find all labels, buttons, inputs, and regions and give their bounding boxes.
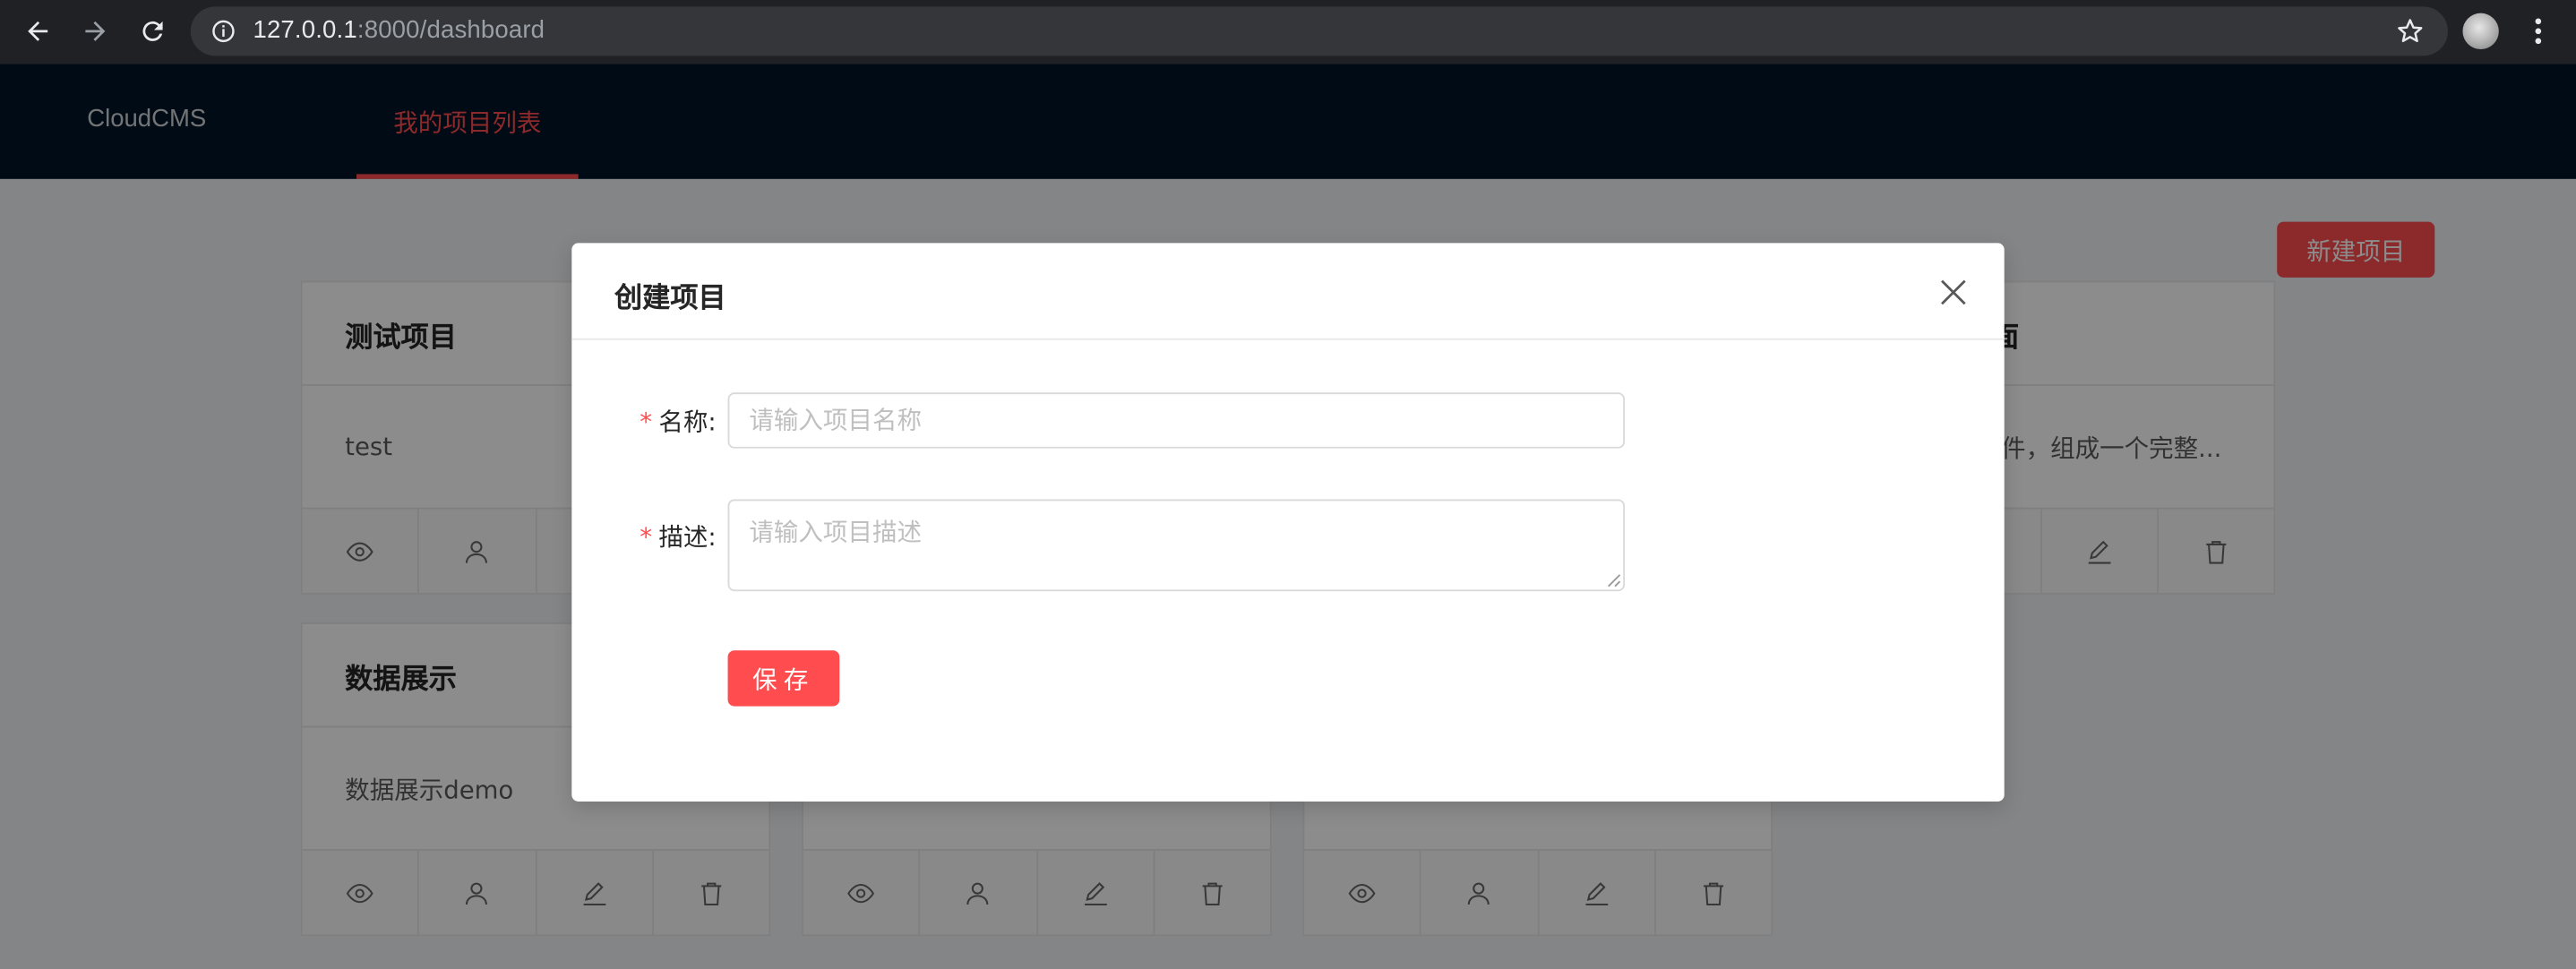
url-text[interactable]: 127.0.0.1:8000/dashboard (253, 16, 545, 44)
back-icon[interactable] (20, 13, 56, 49)
resize-handle-icon[interactable] (1607, 573, 1622, 588)
modal-title: 创建项目 (614, 282, 726, 316)
form-row-name: * 名称: 请输入项目名称 (571, 392, 2004, 449)
screen: 127.0.0.1:8000/dashboard CloudCMS 我的项目列表… (0, 0, 2576, 969)
description-placeholder: 请输入项目描述 (749, 517, 923, 547)
modal-header: 创建项目 (571, 243, 2005, 340)
bookmark-star-icon[interactable] (2395, 16, 2425, 46)
name-label: * 名称: (640, 407, 717, 437)
name-placeholder: 请输入项目名称 (749, 405, 923, 435)
forward-icon[interactable] (77, 13, 113, 49)
reload-icon[interactable] (134, 13, 170, 49)
description-label: * 描述: (640, 522, 717, 553)
description-textarea[interactable]: 请输入项目描述 (727, 499, 1626, 592)
browser-menu-icon[interactable] (2523, 15, 2553, 48)
name-input[interactable]: 请输入项目名称 (727, 392, 1626, 449)
profile-avatar[interactable] (2462, 13, 2499, 50)
close-icon[interactable] (1938, 278, 1968, 307)
info-icon[interactable] (210, 18, 236, 44)
form-row-description: * 描述: 请输入项目描述 (571, 499, 2004, 592)
create-project-modal: 创建项目 * 名称: 请输入项目名称 * 描述: 请输入项目描述 保存 (571, 243, 2005, 802)
save-button[interactable]: 保存 (727, 650, 840, 707)
address-bar[interactable]: 127.0.0.1:8000/dashboard (190, 6, 2448, 56)
browser-toolbar: 127.0.0.1:8000/dashboard (0, 0, 2576, 64)
